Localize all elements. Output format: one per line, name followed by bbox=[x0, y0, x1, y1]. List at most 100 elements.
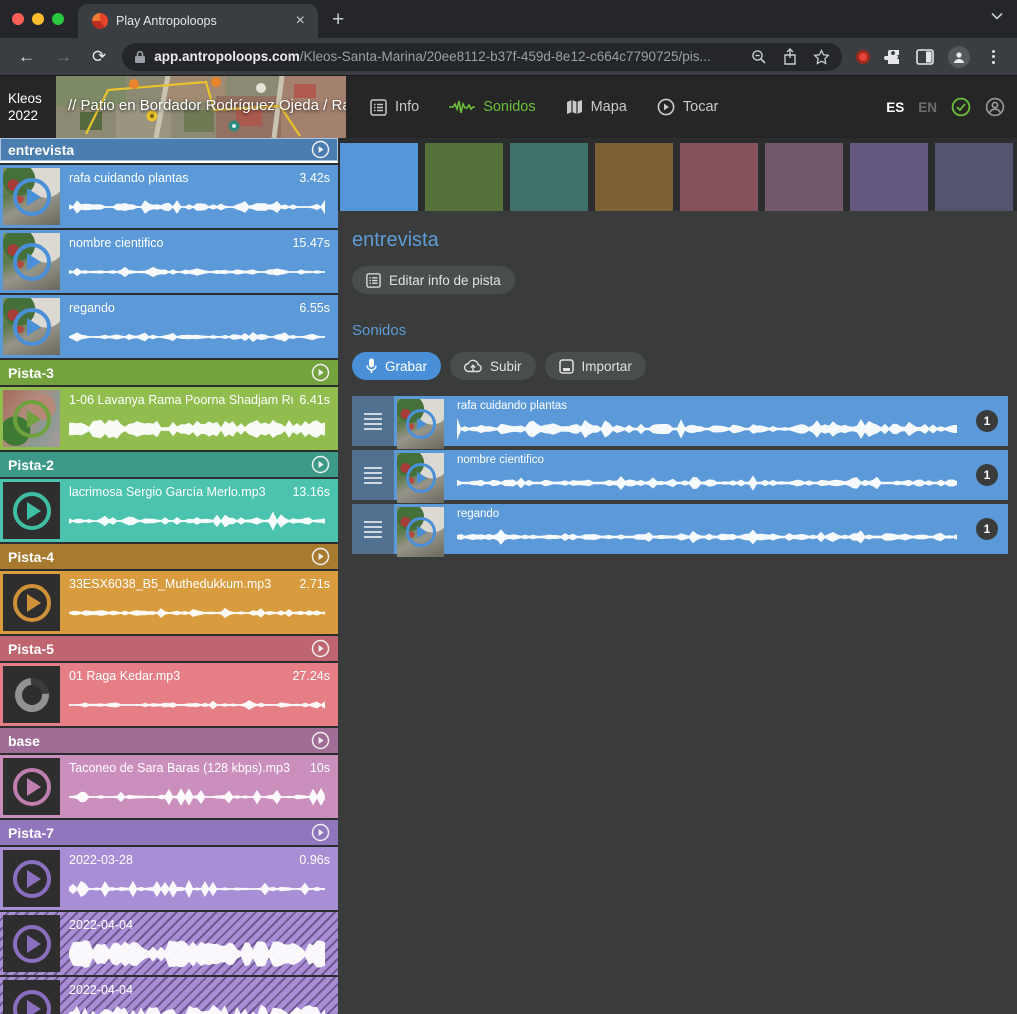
tab-search-chevron-icon[interactable] bbox=[991, 12, 1003, 20]
sound-thumbnail[interactable] bbox=[3, 390, 60, 447]
close-window-button[interactable] bbox=[12, 13, 24, 25]
upload-button[interactable]: Subir bbox=[450, 352, 536, 380]
drag-handle-icon[interactable] bbox=[352, 450, 394, 500]
minimize-window-button[interactable] bbox=[32, 13, 44, 25]
track-color-tab[interactable] bbox=[850, 143, 928, 211]
track-play-icon[interactable] bbox=[311, 547, 330, 566]
track-header[interactable]: Pista-3 bbox=[0, 360, 338, 385]
zoom-out-icon[interactable] bbox=[751, 49, 767, 65]
zoom-window-button[interactable] bbox=[52, 13, 64, 25]
sound-thumbnail[interactable] bbox=[397, 399, 444, 449]
play-icon[interactable] bbox=[13, 243, 51, 281]
account-icon[interactable] bbox=[985, 97, 1005, 117]
drag-handle-icon[interactable] bbox=[352, 396, 394, 446]
sound-thumbnail[interactable] bbox=[3, 666, 60, 723]
track-header[interactable]: Pista-4 bbox=[0, 544, 338, 569]
track-color-tab[interactable] bbox=[765, 143, 843, 211]
play-circle-icon bbox=[657, 98, 675, 116]
edit-track-info-button[interactable]: Editar info de pista bbox=[352, 266, 515, 294]
share-icon[interactable] bbox=[783, 48, 797, 65]
bookmark-star-icon[interactable] bbox=[813, 49, 830, 65]
track-color-tab[interactable] bbox=[510, 143, 588, 211]
sound-thumbnail[interactable] bbox=[3, 915, 60, 972]
nav-mapa[interactable]: Mapa bbox=[556, 91, 637, 123]
sound-thumbnail[interactable] bbox=[3, 980, 60, 1014]
nav-sonidos[interactable]: Sonidos bbox=[439, 91, 545, 123]
track-color-tab[interactable] bbox=[680, 143, 758, 211]
play-icon[interactable] bbox=[13, 925, 51, 963]
track-play-icon[interactable] bbox=[311, 140, 330, 159]
play-icon[interactable] bbox=[13, 990, 51, 1014]
sound-item[interactable]: rafa cuidando plantas 3.42s bbox=[0, 165, 338, 228]
sync-check-icon[interactable] bbox=[951, 97, 971, 117]
sound-item[interactable]: 33ESX6038_B5_Muthedukkum.mp3 2.71s bbox=[0, 571, 338, 634]
profile-avatar-icon[interactable] bbox=[948, 46, 970, 68]
track-color-tab[interactable] bbox=[935, 143, 1013, 211]
track-play-icon[interactable] bbox=[311, 731, 330, 750]
sound-item[interactable]: 2022-04-04 bbox=[0, 912, 338, 975]
play-icon[interactable] bbox=[13, 400, 51, 438]
sound-thumbnail[interactable] bbox=[3, 233, 60, 290]
sound-item[interactable]: 01 Raga Kedar.mp3 27.24s bbox=[0, 663, 338, 726]
sound-thumbnail[interactable] bbox=[3, 298, 60, 355]
play-icon[interactable] bbox=[406, 463, 436, 493]
sound-item[interactable]: regando 6.55s bbox=[0, 295, 338, 358]
sound-thumbnail[interactable] bbox=[397, 507, 444, 557]
track-play-icon[interactable] bbox=[311, 639, 330, 658]
sound-item[interactable]: nombre cientifico 15.47s bbox=[0, 230, 338, 293]
panel-sound-row[interactable]: nombre cientifico 1 bbox=[352, 450, 1008, 500]
record-button[interactable]: Grabar bbox=[352, 352, 441, 380]
nav-info[interactable]: Info bbox=[360, 91, 429, 124]
track-color-tab[interactable] bbox=[595, 143, 673, 211]
tab-close-icon[interactable]: × bbox=[293, 13, 308, 29]
sound-item[interactable]: Taconeo de Sara Baras (128 kbps).mp3 10s bbox=[0, 755, 338, 818]
play-icon[interactable] bbox=[13, 178, 51, 216]
drag-handle-icon[interactable] bbox=[352, 504, 394, 554]
browser-menu-icon[interactable] bbox=[984, 50, 1003, 64]
play-icon[interactable] bbox=[13, 860, 51, 898]
track-header[interactable]: Pista-7 bbox=[0, 820, 338, 845]
sound-item[interactable]: 2022-03-28 0.96s bbox=[0, 847, 338, 910]
track-color-tab[interactable] bbox=[340, 143, 418, 215]
sound-thumbnail[interactable] bbox=[3, 758, 60, 815]
sound-thumbnail[interactable] bbox=[3, 850, 60, 907]
track-header[interactable]: base bbox=[0, 728, 338, 753]
lang-es-button[interactable]: ES bbox=[886, 100, 904, 115]
address-bar[interactable]: app.antropoloops.com/Kleos-Santa-Marina/… bbox=[122, 43, 842, 71]
forward-button[interactable]: → bbox=[45, 47, 82, 67]
track-play-icon[interactable] bbox=[311, 363, 330, 382]
track-color-tab[interactable] bbox=[425, 143, 503, 211]
sound-item[interactable]: lacrimosa Sergio García Merlo.mp3 13.16s bbox=[0, 479, 338, 542]
import-button[interactable]: Importar bbox=[545, 352, 646, 380]
nav-tocar[interactable]: Tocar bbox=[647, 90, 728, 124]
track-play-icon[interactable] bbox=[311, 823, 330, 842]
play-icon[interactable] bbox=[406, 517, 436, 547]
sound-item[interactable]: 2022-04-04 bbox=[0, 977, 338, 1014]
recording-extension-icon[interactable] bbox=[856, 50, 870, 64]
sound-thumbnail[interactable] bbox=[3, 482, 60, 539]
panel-sound-row[interactable]: rafa cuidando plantas 1 bbox=[352, 396, 1008, 446]
track-play-icon[interactable] bbox=[311, 455, 330, 474]
sound-thumbnail[interactable] bbox=[3, 574, 60, 631]
play-icon[interactable] bbox=[13, 492, 51, 530]
project-map-thumbnail[interactable]: // Patio en Bordador Rodríguez Ojeda / R… bbox=[56, 76, 346, 138]
track-header[interactable]: Pista-2 bbox=[0, 452, 338, 477]
track-header[interactable]: Pista-5 bbox=[0, 636, 338, 661]
side-panel-icon[interactable] bbox=[916, 49, 934, 65]
browser-tab[interactable]: Play Antropoloops × bbox=[78, 4, 318, 38]
sound-item[interactable]: 1-06 Lavanya Rama Poorna Shadjam Rupak..… bbox=[0, 387, 338, 450]
sound-thumbnail[interactable] bbox=[397, 453, 444, 503]
track-header[interactable]: entrevista bbox=[0, 138, 338, 163]
back-button[interactable]: ← bbox=[8, 47, 45, 67]
lang-en-button[interactable]: EN bbox=[918, 100, 937, 115]
play-icon[interactable] bbox=[13, 584, 51, 622]
extensions-puzzle-icon[interactable] bbox=[884, 48, 902, 66]
app-logo[interactable]: Kleos 2022 bbox=[0, 90, 56, 124]
reload-button[interactable]: ⟳ bbox=[82, 47, 116, 67]
sound-thumbnail[interactable] bbox=[3, 168, 60, 225]
play-icon[interactable] bbox=[406, 409, 436, 439]
panel-sound-row[interactable]: regando 1 bbox=[352, 504, 1008, 554]
play-icon[interactable] bbox=[13, 768, 51, 806]
new-tab-button[interactable]: + bbox=[318, 8, 358, 38]
play-icon[interactable] bbox=[13, 308, 51, 346]
